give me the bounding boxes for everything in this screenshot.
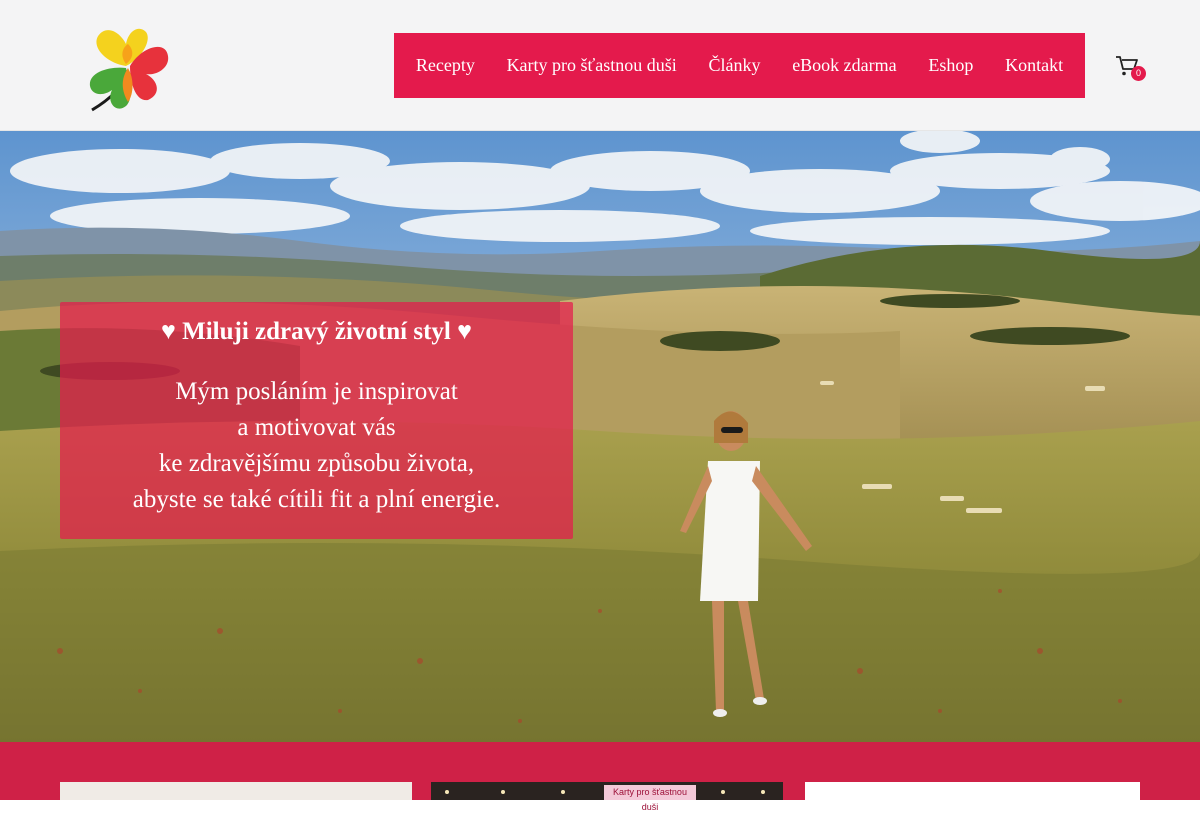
hero-line: ke zdravějšímu způsobu života,	[158, 450, 475, 477]
hero-section: ♥ Miluji zdravý životní styl ♥ Mým poslá…	[0, 131, 1200, 742]
nav-item-recepty[interactable]: Recepty	[416, 55, 475, 76]
card-label: Karty pro šťastnou duši	[604, 785, 696, 812]
hero-text: Mým posláním je inspirovat a motivovat v…	[60, 374, 573, 518]
light-bulb-decoration	[501, 790, 505, 794]
hero-title: ♥ Miluji zdravý životní styl ♥	[161, 318, 472, 345]
cart-button[interactable]: 0	[1114, 54, 1148, 84]
hero-message-box: ♥ Miluji zdravý životní styl ♥ Mým poslá…	[60, 302, 573, 539]
light-bulb-decoration	[721, 790, 725, 794]
featured-card-1[interactable]	[60, 782, 412, 800]
light-bulb-decoration	[561, 790, 565, 794]
cart-count-badge: 0	[1131, 66, 1146, 81]
nav-item-kontakt[interactable]: Kontakt	[1005, 55, 1063, 76]
nav-item-eshop[interactable]: Eshop	[928, 55, 973, 76]
nav-item-clanky[interactable]: Články	[708, 55, 760, 76]
nav-item-ebook[interactable]: eBook zdarma	[792, 55, 896, 76]
hero-line: a motivovat vás	[237, 414, 396, 441]
featured-card-2[interactable]: Karty pro šťastnou duši	[431, 782, 783, 812]
four-leaf-clover-logo[interactable]	[82, 22, 174, 116]
light-bulb-decoration	[445, 790, 449, 794]
main-navigation: Recepty Karty pro šťastnou duši Články e…	[394, 33, 1085, 98]
light-bulb-decoration	[761, 790, 765, 794]
hero-line: Mým posláním je inspirovat	[175, 378, 458, 405]
hero-line: abyste se také cítili fit a plní energie…	[132, 486, 501, 513]
site-header: Recepty Karty pro šťastnou duši Články e…	[0, 0, 1200, 131]
nav-item-karty[interactable]: Karty pro šťastnou duši	[507, 55, 677, 76]
featured-card-3[interactable]	[805, 782, 1140, 800]
